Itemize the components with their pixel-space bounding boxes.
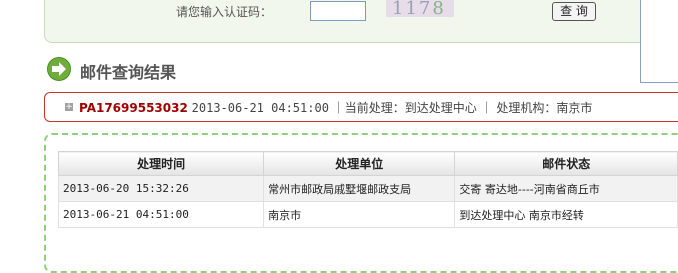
table-header-row: 处理时间 处理单位 邮件状态: [57, 151, 678, 176]
side-popup-panel: [640, 0, 678, 83]
arrow-right-icon: [47, 57, 71, 81]
summary-current-process: ｜当前处理：到达处理中心: [332, 101, 477, 115]
query-button[interactable]: 查 询: [552, 2, 596, 21]
summary-agency: ｜ 处理机构：南京市: [480, 101, 593, 115]
table-row: 2013-06-20 15:32:26 常州市邮政局戚墅堰邮政支局 交寄 寄达地…: [57, 175, 678, 202]
captcha-image[interactable]: 1178: [386, 0, 454, 17]
captcha-image-text: 117: [392, 0, 433, 17]
cell-status: 到达处理中心 南京市经转: [454, 201, 678, 228]
cell-time: 2013-06-21 04:51:00: [57, 201, 265, 228]
captcha-input[interactable]: [310, 1, 366, 21]
cell-time: 2013-06-20 15:32:26: [57, 175, 265, 202]
captcha-label: 请您输入认证码：: [176, 5, 273, 19]
cell-unit: 南京市: [263, 201, 456, 228]
result-summary-bar[interactable]: + PA17699553032 2013-06-21 04:51:00 ｜当前处…: [44, 92, 678, 122]
tracking-number: PA17699553032: [79, 101, 188, 115]
expand-icon[interactable]: +: [65, 103, 73, 112]
summary-datetime: 2013-06-21 04:51:00: [191, 101, 329, 115]
column-header-time: 处理时间: [57, 151, 265, 176]
captcha-image-text-last: 8: [432, 0, 446, 17]
cell-status: 交寄 寄达地----河南省商丘市: [454, 175, 678, 202]
summary-text: PA17699553032 2013-06-21 04:51:00 ｜当前处理：…: [79, 99, 592, 116]
column-header-unit: 处理单位: [263, 151, 456, 176]
column-header-status: 邮件状态: [454, 151, 678, 176]
results-table: 处理时间 处理单位 邮件状态 2013-06-20 15:32:26 常州市邮政…: [57, 151, 678, 228]
cell-unit: 常州市邮政局戚墅堰邮政支局: [263, 175, 456, 202]
table-row: 2013-06-21 04:51:00 南京市 到达处理中心 南京市经转: [57, 201, 678, 228]
section-title: 邮件查询结果: [80, 63, 177, 82]
